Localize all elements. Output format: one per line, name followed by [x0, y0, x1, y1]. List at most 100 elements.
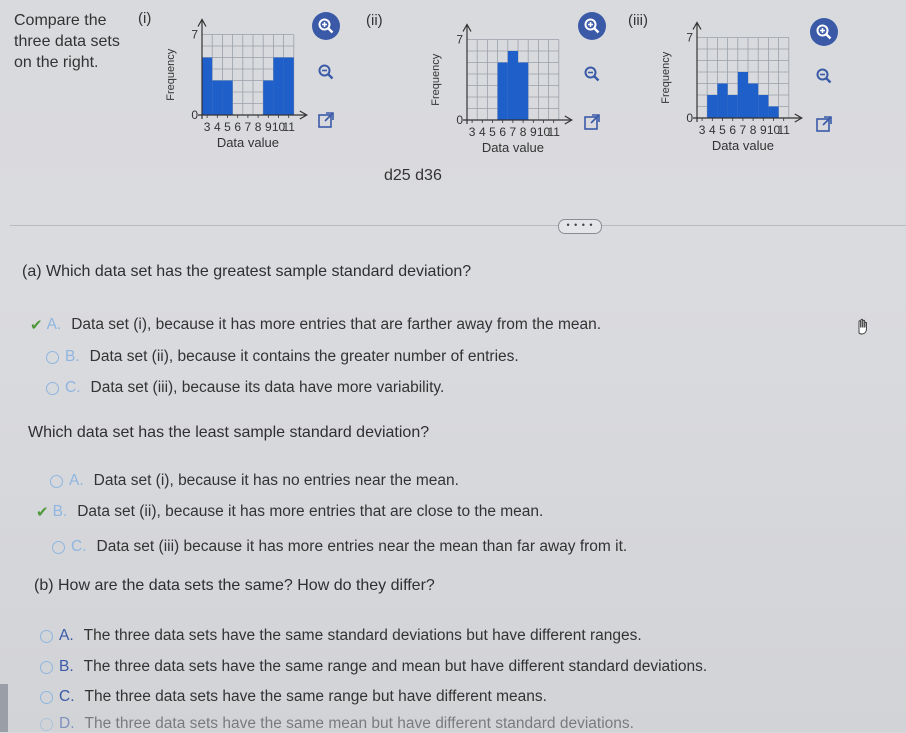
x-tick-label: 6: [499, 125, 506, 139]
cursor-icon: [854, 317, 870, 340]
q2-option-b[interactable]: ✔ B. Data set (ii), because it has more …: [36, 503, 543, 521]
external-link-icon[interactable]: [578, 108, 606, 136]
x-tick-label: 6: [234, 120, 241, 134]
q2-option-a[interactable]: A. Data set (i), because it has no entri…: [50, 472, 459, 490]
check-icon: ✔: [30, 317, 43, 334]
x-tick-label: 3: [699, 123, 706, 137]
x-tick-label: 4: [709, 123, 716, 137]
option-letter: A.: [46, 316, 62, 333]
histogram-bar: [748, 83, 759, 118]
zoom-out-icon[interactable]: [810, 62, 838, 90]
option-letter: C.: [65, 379, 81, 396]
b-option-c[interactable]: C. The three data sets have the same ran…: [40, 688, 547, 706]
x-tick-label: 8: [750, 123, 757, 137]
zoom-in-icon[interactable]: [578, 12, 606, 40]
histogram-bar: [212, 80, 223, 115]
y-tick-label: 7: [686, 31, 693, 45]
x-tick-label: 8: [520, 125, 527, 139]
q2-option-c[interactable]: C. Data set (iii) because it has more en…: [52, 538, 627, 556]
external-link-icon[interactable]: [312, 106, 340, 134]
histogram-bar: [273, 57, 284, 115]
histogram-bar: [497, 62, 508, 120]
histogram-iii: Frequency 7 0 3 4 5 6 7 8 9 10 11 Data value: [655, 18, 805, 168]
x-axis-label: Data value: [712, 138, 774, 153]
radio-icon[interactable]: [40, 690, 53, 704]
x-tick-label: 3: [204, 120, 211, 134]
radio-icon[interactable]: [40, 660, 53, 674]
x-tick-label: 7: [510, 125, 517, 139]
zoom-in-icon[interactable]: [810, 18, 838, 46]
stray-label: d25 d36: [384, 167, 442, 184]
x-tick-label: 5: [489, 125, 496, 139]
option-text: Data set (iii) because it has more entri…: [96, 538, 628, 555]
option-text: Data set (iii), because its data have mo…: [90, 379, 445, 396]
window-edge: [0, 684, 8, 732]
option-text: Data set (i), because it has more entrie…: [71, 316, 602, 333]
histogram-i: Frequency 7 0 3 4 5 6 7 8 9 10 11 Data value: [160, 15, 310, 165]
histogram-bar: [768, 106, 779, 118]
q1-option-a[interactable]: ✔ A. Data set (i), because it has more e…: [30, 316, 601, 334]
zoom-out-icon[interactable]: [578, 60, 606, 88]
histogram-i-svg: Frequency703 4 5 6 7 8 9 1011Data value: [165, 18, 309, 150]
b-option-a[interactable]: A. The three data sets have the same sta…: [40, 627, 642, 645]
option-text: The three data sets have the same range …: [84, 688, 547, 705]
y-axis-label: Frequency: [660, 51, 672, 103]
x-tick-label: 11: [547, 125, 560, 139]
histogram-bar: [737, 72, 748, 118]
y-tick-label: 0: [456, 113, 463, 127]
histogram-bar: [222, 80, 233, 115]
x-tick-label: 5: [224, 120, 231, 134]
histogram-bar: [518, 62, 529, 120]
option-letter: C.: [59, 688, 75, 705]
histogram-bar: [202, 57, 213, 115]
histogram-bar: [707, 95, 718, 118]
histogram-ii-svg: Frequency703 4 5 6 7 8 9 1011Data value: [430, 23, 574, 155]
radio-icon[interactable]: [46, 350, 59, 364]
radio-icon[interactable]: [52, 540, 65, 554]
x-axis-label: Data value: [217, 135, 279, 150]
option-letter: C.: [71, 538, 87, 555]
y-tick-label: 7: [191, 28, 198, 42]
x-tick-label: 7: [245, 120, 252, 134]
histogram-bar: [758, 95, 769, 118]
radio-icon[interactable]: [46, 381, 59, 395]
histogram-bar: [727, 95, 738, 118]
q1-option-b[interactable]: B. Data set (ii), because it contains th…: [46, 348, 519, 366]
option-text: Data set (ii), because it has more entri…: [77, 503, 544, 520]
option-letter: B.: [59, 658, 74, 675]
zoom-in-icon[interactable]: [312, 12, 340, 40]
option-letter: B.: [52, 503, 68, 520]
histogram-bar: [717, 83, 728, 118]
option-letter: D.: [59, 715, 75, 732]
option-text: Data set (i), because it has no entries …: [93, 472, 459, 489]
histogram-bar: [283, 57, 294, 115]
question-a1: (a) Which data set has the greatest samp…: [22, 263, 472, 280]
q1-option-c[interactable]: C. Data set (iii), because its data have…: [46, 379, 444, 397]
x-tick-label: 7: [740, 123, 747, 137]
set-label-iii: (iii): [628, 12, 648, 29]
b-option-d[interactable]: D. The three data sets have the same mea…: [40, 715, 634, 733]
y-tick-label: 0: [191, 108, 198, 122]
y-tick-label: 0: [686, 111, 693, 125]
expand-more-button[interactable]: • • • •: [558, 219, 602, 234]
x-tick-label: 4: [479, 125, 486, 139]
radio-icon[interactable]: [40, 717, 53, 731]
intro-text: Compare the three data sets on the right…: [14, 10, 120, 73]
option-text: The three data sets have the same range …: [83, 658, 708, 675]
y-axis-label: Frequency: [165, 48, 177, 100]
radio-icon[interactable]: [50, 474, 63, 488]
external-link-icon[interactable]: [810, 110, 838, 138]
question-b: (b) How are the data sets the same? How …: [34, 577, 435, 594]
b-option-b[interactable]: B. The three data sets have the same ran…: [40, 658, 707, 676]
x-tick-label: 11: [282, 120, 295, 134]
radio-icon[interactable]: [40, 629, 53, 643]
set-label-ii: (ii): [366, 12, 383, 29]
x-axis-label: Data value: [482, 140, 544, 155]
option-text: Data set (ii), because it contains the g…: [89, 348, 519, 365]
x-tick-label: 11: [777, 123, 790, 137]
x-tick-label: 4: [214, 120, 221, 134]
zoom-out-icon[interactable]: [312, 58, 340, 86]
x-tick-label: 3: [469, 125, 476, 139]
question-a2: Which data set has the least sample stan…: [28, 424, 430, 441]
set-label-i: (i): [138, 10, 152, 27]
